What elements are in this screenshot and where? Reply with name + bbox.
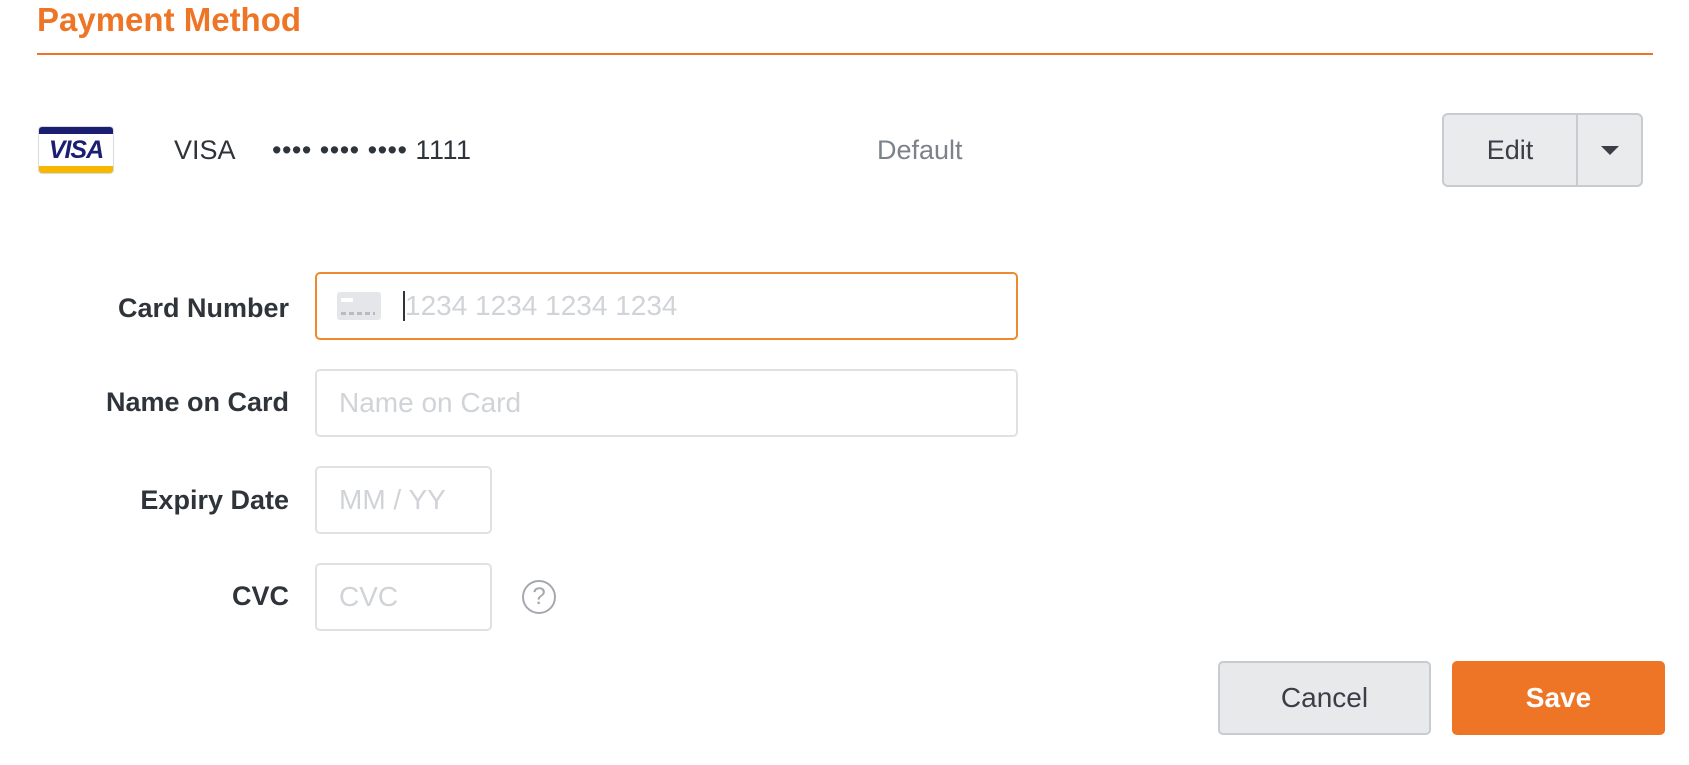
name-on-card-field	[315, 369, 1018, 437]
saved-card-brand: VISA	[174, 135, 236, 165]
visa-logo-text: VISA	[48, 136, 104, 164]
saved-card-status: Default	[877, 135, 963, 165]
expiry-date-input[interactable]	[317, 484, 490, 516]
title-divider	[37, 53, 1653, 55]
cvc-label: CVC	[231, 581, 289, 611]
payment-method-page: Payment Method VISA VISA •••• •••• •••• …	[0, 0, 1689, 765]
edit-button[interactable]: Edit	[1444, 115, 1578, 185]
credit-card-icon	[337, 292, 381, 320]
section-title: Payment Method	[37, 1, 302, 38]
question-circle-icon[interactable]: ?	[522, 580, 556, 614]
chevron-down-icon	[1600, 145, 1619, 155]
expiry-date-field	[315, 466, 492, 534]
cancel-button[interactable]: Cancel	[1218, 661, 1431, 735]
visa-logo-icon: VISA	[38, 126, 114, 174]
card-number-label: Card Number	[117, 293, 289, 323]
edit-dropdown-toggle[interactable]	[1578, 115, 1641, 185]
save-button[interactable]: Save	[1452, 661, 1665, 735]
cvc-input[interactable]	[317, 581, 490, 613]
saved-card-number: •••• •••• •••• 1111	[272, 135, 472, 165]
name-on-card-label: Name on Card	[105, 387, 289, 417]
name-on-card-input[interactable]	[317, 387, 1016, 419]
card-number-field	[315, 272, 1018, 340]
card-number-input[interactable]	[405, 290, 1016, 322]
edit-split-button: Edit	[1442, 113, 1643, 187]
cvc-field	[315, 563, 492, 631]
expiry-date-label: Expiry Date	[140, 485, 289, 515]
